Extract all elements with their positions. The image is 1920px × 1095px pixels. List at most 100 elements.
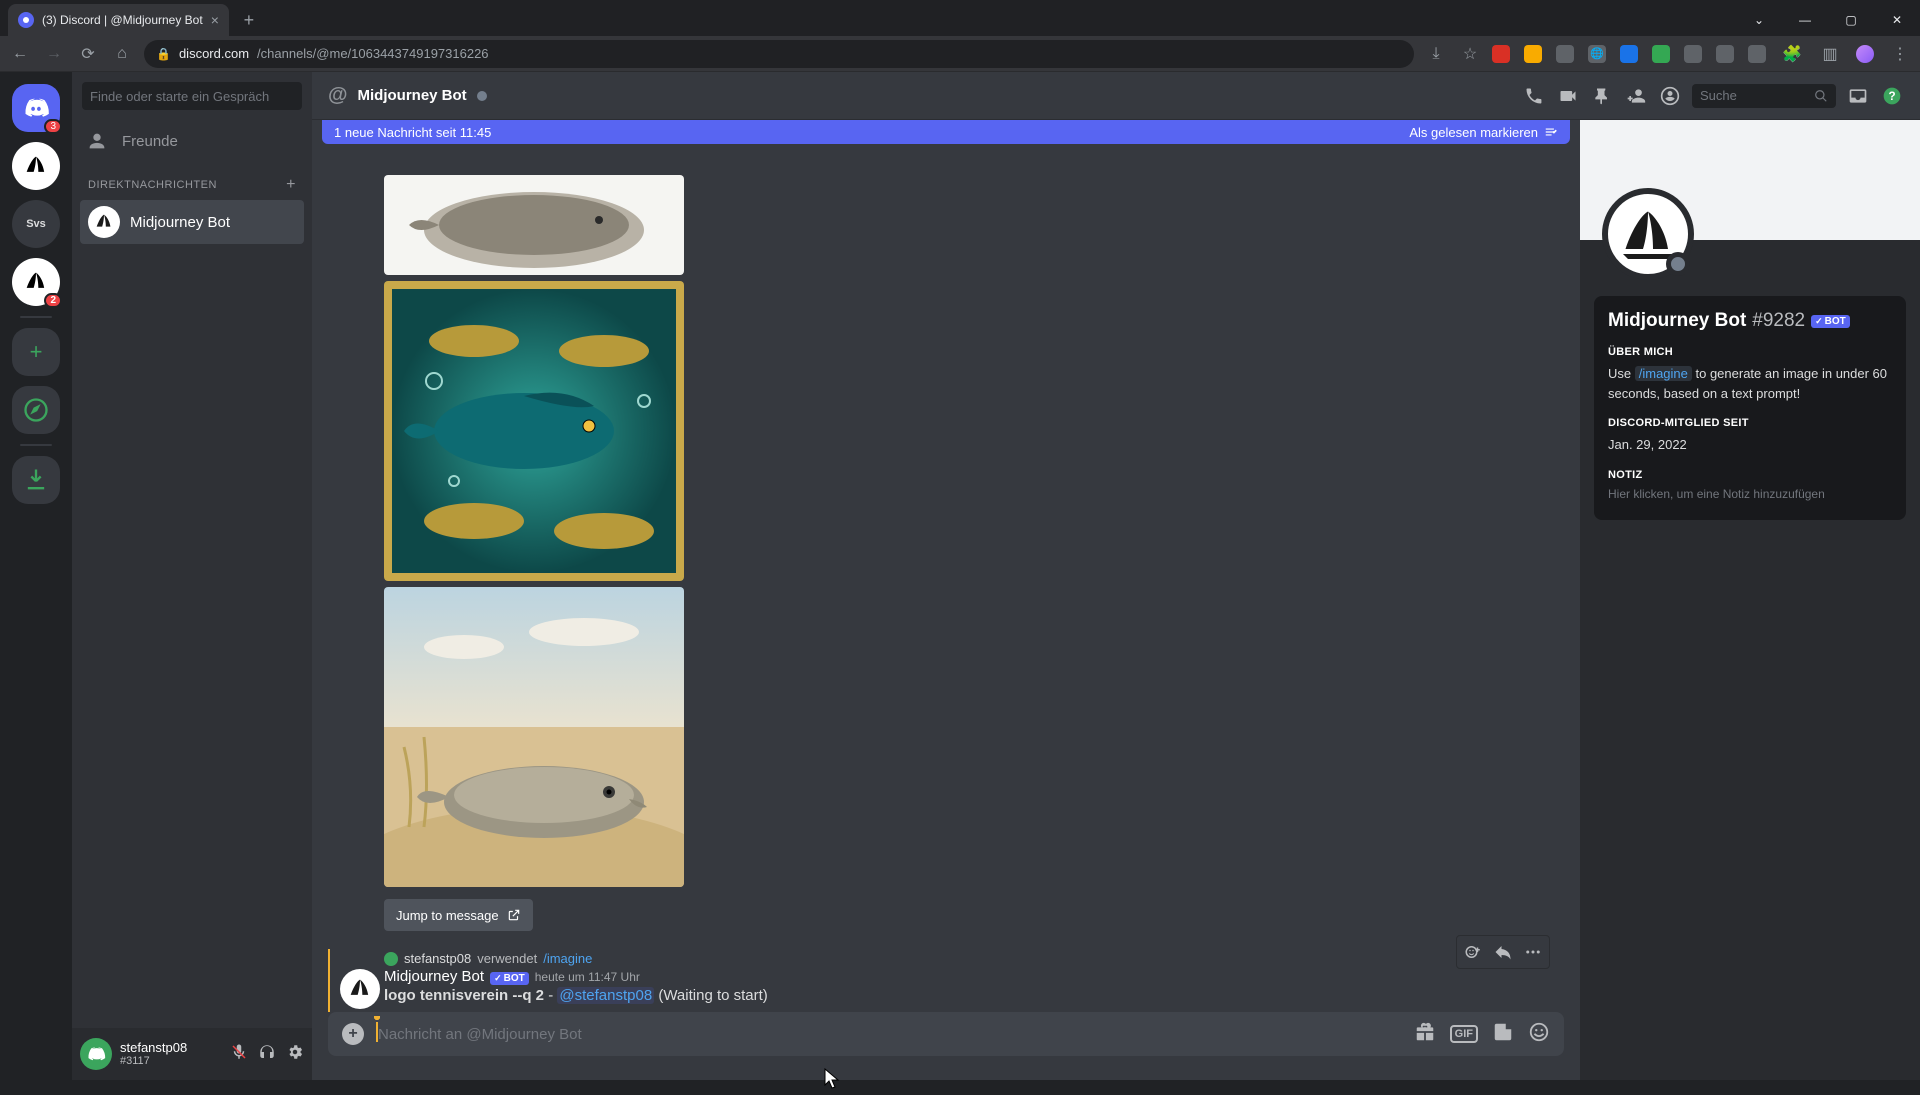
note-input[interactable]	[1608, 487, 1892, 501]
gif-button[interactable]: GIF	[1450, 1025, 1478, 1043]
add-server-button[interactable]: +	[12, 328, 60, 376]
emoji-plus-icon	[1464, 943, 1482, 961]
omnibox[interactable]: 🔒 discord.com/channels/@me/1063443749197…	[144, 40, 1414, 68]
deafen-button[interactable]	[258, 1043, 276, 1066]
ext-green-icon[interactable]	[1652, 45, 1670, 63]
window-close-icon[interactable]: ✕	[1874, 4, 1920, 36]
chrome-kebab-icon[interactable]: ⋮	[1888, 44, 1912, 64]
emoji-icon	[1528, 1021, 1550, 1043]
user-mention[interactable]: @stefanstp08	[557, 987, 654, 1004]
friends-label: Freunde	[122, 133, 178, 150]
imagine-command-inline: /imagine	[1635, 366, 1692, 381]
generated-image-fish-grey	[384, 175, 684, 275]
gift-button[interactable]	[1414, 1021, 1436, 1048]
compose-box[interactable]: + Nachricht an @Midjourney Bot GIF	[328, 1012, 1564, 1056]
user-settings-button[interactable]	[286, 1043, 304, 1066]
message-avatar[interactable]	[340, 969, 380, 1009]
ext-puzzle-icon[interactable]: 🧩	[1780, 44, 1804, 64]
window-maximize-icon[interactable]: ▢	[1828, 4, 1874, 36]
new-message-bar[interactable]: 1 neue Nachricht seit 11:45 Als gelesen …	[322, 120, 1570, 144]
voice-call-button[interactable]	[1522, 84, 1546, 108]
chat-body: 1 neue Nachricht seit 11:45 Als gelesen …	[312, 120, 1920, 1080]
discord-logo-icon	[22, 94, 50, 122]
reply-command: /imagine	[543, 951, 592, 966]
url-path: /channels/@me/1063443749197316226	[257, 46, 489, 61]
server-extra[interactable]: 2	[12, 258, 60, 306]
image-attachment[interactable]	[384, 281, 684, 581]
sailboat-icon	[22, 268, 50, 296]
friends-icon	[86, 130, 108, 152]
ext-keep-icon[interactable]	[1524, 45, 1542, 63]
ext-gray1-icon[interactable]	[1556, 45, 1574, 63]
ext-blue-icon[interactable]	[1620, 45, 1638, 63]
dm-home-button[interactable]: 3	[12, 84, 60, 132]
reply-reference[interactable]: stefanstp08 verwendet /imagine	[384, 951, 1564, 966]
compose-placeholder[interactable]: Nachricht an @Midjourney Bot	[378, 1026, 1400, 1043]
ext-globe-icon[interactable]: 🌐	[1588, 45, 1606, 63]
bot-tag: BOT	[490, 972, 529, 985]
image-attachment[interactable]	[384, 175, 684, 275]
show-profile-button[interactable]	[1658, 84, 1682, 108]
generated-image-fish-beach	[384, 587, 684, 887]
sailboat-icon	[346, 975, 374, 1003]
emoji-button[interactable]	[1528, 1021, 1550, 1048]
window-minimize-icon[interactable]: —	[1782, 4, 1828, 36]
dm-item-midjourney[interactable]: Midjourney Bot	[80, 200, 304, 244]
download-icon	[22, 466, 50, 494]
image-attachment[interactable]	[384, 587, 684, 887]
message-scroll[interactable]: Jump to message stefanstp08 verwendet	[312, 120, 1580, 1012]
self-username: stefanstp08	[120, 1041, 187, 1055]
explore-servers-button[interactable]	[12, 386, 60, 434]
window-controls: ⌄ — ▢ ✕	[1736, 4, 1920, 36]
ext-adblock-icon[interactable]	[1492, 45, 1510, 63]
side-panel-icon[interactable]: ▥	[1818, 44, 1842, 64]
tab-close-icon[interactable]: ×	[211, 12, 219, 28]
mark-read-icon	[1544, 125, 1558, 139]
nav-home-icon[interactable]: ⌂	[110, 45, 134, 63]
jump-label: Jump to message	[396, 908, 499, 923]
browser-tab[interactable]: (3) Discord | @Midjourney Bot ×	[8, 4, 229, 36]
sticker-button[interactable]	[1492, 1021, 1514, 1048]
mark-read-button[interactable]: Als gelesen markieren	[1409, 125, 1558, 140]
chat-search-input[interactable]: Suche	[1692, 84, 1836, 108]
server-svs[interactable]: Svs	[12, 200, 60, 248]
install-app-icon[interactable]: ⤓	[1424, 45, 1448, 63]
create-dm-icon[interactable]: +	[286, 176, 296, 194]
nav-forward-icon: →	[42, 45, 66, 63]
ext-camera-icon[interactable]	[1748, 45, 1766, 63]
help-icon: ?	[1882, 86, 1902, 106]
more-button[interactable]	[1519, 938, 1547, 966]
ext-gray3-icon[interactable]	[1716, 45, 1734, 63]
bookmark-star-icon[interactable]: ☆	[1458, 44, 1482, 64]
server-midjourney[interactable]	[12, 142, 60, 190]
dm-avatar	[88, 206, 120, 238]
note-heading: NOTIZ	[1608, 469, 1892, 481]
profile-avatar-icon[interactable]	[1856, 45, 1874, 63]
add-friends-button[interactable]	[1624, 84, 1648, 108]
help-button[interactable]: ?	[1880, 84, 1904, 108]
video-call-button[interactable]	[1556, 84, 1580, 108]
chrome-menu-chevron-icon[interactable]: ⌄	[1736, 4, 1782, 36]
dm-search-input[interactable]	[82, 82, 302, 110]
add-reaction-button[interactable]	[1459, 938, 1487, 966]
profile-discriminator: #9282	[1752, 310, 1805, 332]
mute-mic-button[interactable]	[230, 1043, 248, 1066]
attach-button[interactable]: +	[342, 1023, 364, 1045]
nav-reload-icon[interactable]: ⟳	[76, 44, 100, 64]
ext-gray2-icon[interactable]	[1684, 45, 1702, 63]
self-avatar[interactable]	[80, 1038, 112, 1070]
rail-separator	[20, 444, 52, 446]
reply-button[interactable]	[1489, 938, 1517, 966]
pinned-messages-button[interactable]	[1590, 84, 1614, 108]
self-names[interactable]: stefanstp08 #3117	[120, 1041, 187, 1067]
friends-link[interactable]: Freunde	[72, 120, 312, 162]
inbox-button[interactable]	[1846, 84, 1870, 108]
new-tab-button[interactable]: +	[235, 6, 263, 34]
message-author[interactable]: Midjourney Bot	[384, 968, 484, 985]
jump-to-message-button[interactable]: Jump to message	[384, 899, 533, 931]
nav-back-icon[interactable]: ←	[8, 45, 32, 63]
video-icon	[1558, 86, 1578, 106]
url-host: discord.com	[179, 46, 249, 61]
profile-body: Midjourney Bot#9282 BOT ÜBER MICH Use /i…	[1594, 296, 1906, 520]
download-apps-button[interactable]	[12, 456, 60, 504]
